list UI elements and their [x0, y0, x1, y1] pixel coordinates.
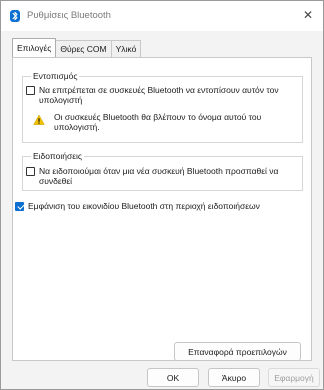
warning-icon — [33, 114, 45, 125]
notifications-group: Ειδοποιήσεις Να ειδοποιούμαι όταν μια νέ… — [22, 151, 303, 191]
allow-discovery-option[interactable]: Να επιτρέπεται σε συσκευές Bluetooth να … — [26, 85, 298, 105]
show-tray-icon-option[interactable]: Εμφάνιση του εικονιδίου Bluetooth στη πε… — [15, 201, 307, 211]
allow-discovery-checkbox[interactable] — [26, 86, 35, 95]
notify-new-device-label: Να ειδοποιούμαι όταν μια νέα συσκευή Blu… — [39, 166, 279, 186]
ok-button[interactable]: OK — [147, 368, 199, 387]
bluetooth-icon — [10, 10, 20, 22]
notify-new-device-option[interactable]: Να ειδοποιούμαι όταν μια νέα συσκευή Blu… — [26, 166, 298, 186]
cancel-button[interactable]: Άκυρο — [208, 368, 260, 387]
allow-discovery-label: Να επιτρέπεται σε συσκευές Bluetooth να … — [39, 85, 279, 105]
title-bar: Ρυθμίσεις Bluetooth ✕ — [1, 1, 323, 31]
window-title: Ρυθμίσεις Bluetooth — [27, 10, 111, 21]
options-panel: Εντοπισμός Να επιτρέπεται σε συσκευές Bl… — [12, 57, 312, 361]
tab-options[interactable]: Επιλογές — [12, 38, 57, 57]
close-icon[interactable]: ✕ — [297, 5, 319, 25]
apply-button[interactable]: Εφαρμογή — [268, 368, 320, 387]
bluetooth-settings-dialog: Ρυθμίσεις Bluetooth ✕ Επιλογές Θύρες COM… — [0, 0, 324, 390]
discovery-group: Εντοπισμός Να επιτρέπεται σε συσκευές Bl… — [22, 71, 303, 143]
discovery-warning-text: Οι συσκευές Bluetooth θα βλέπουν το όνομ… — [54, 112, 262, 132]
tab-hardware[interactable]: Υλικό — [110, 40, 142, 57]
show-tray-icon-checkbox[interactable] — [15, 202, 24, 211]
discovery-group-title: Εντοπισμός — [31, 71, 80, 81]
tab-com-ports[interactable]: Θύρες COM — [55, 40, 112, 57]
notifications-group-title: Ειδοποιήσεις — [31, 151, 85, 161]
notify-new-device-checkbox[interactable] — [26, 167, 35, 176]
restore-defaults-button[interactable]: Επαναφορά προεπιλογών — [174, 342, 301, 361]
show-tray-icon-label: Εμφάνιση του εικονιδίου Bluetooth στη πε… — [28, 201, 260, 211]
discovery-warning: Οι συσκευές Bluetooth θα βλέπουν το όνομ… — [33, 112, 295, 132]
tab-strip: Επιλογές Θύρες COM Υλικό — [12, 38, 142, 58]
